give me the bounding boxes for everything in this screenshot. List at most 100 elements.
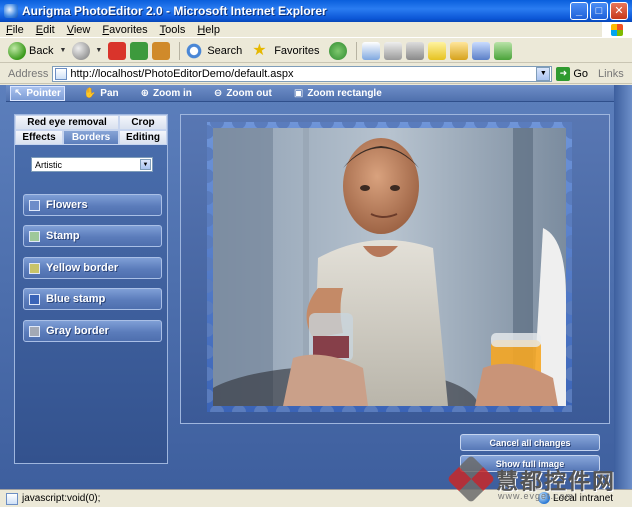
border-gray-button[interactable]: Gray border	[23, 320, 162, 342]
border-flowers-button[interactable]: Flowers	[23, 194, 162, 216]
border-stamp-button[interactable]: Stamp	[23, 225, 162, 247]
yellow-border-thumbnail-icon	[29, 262, 40, 274]
watermark: 慧都控件网 www.evget.com	[446, 454, 632, 506]
menu-bar: File Edit View Favorites Tools Help	[0, 22, 632, 38]
image-canvas[interactable]	[180, 114, 610, 424]
pointer-icon: ↖	[14, 87, 23, 99]
menu-tools[interactable]: Tools	[160, 24, 186, 36]
window-controls: _ □ ✕	[570, 2, 628, 20]
refresh-icon[interactable]	[130, 41, 149, 60]
stamp-border	[207, 122, 572, 412]
chevron-down-icon[interactable]: ▼	[59, 47, 66, 54]
border-gray-label: Gray border	[46, 325, 109, 337]
research-icon[interactable]	[450, 41, 469, 60]
back-arrow-icon	[8, 41, 26, 60]
gray-border-thumbnail-icon	[29, 325, 40, 337]
tool-zoom-out[interactable]: ⊖ Zoom out	[211, 86, 275, 101]
contacts-icon[interactable]	[494, 41, 513, 60]
tool-pointer[interactable]: ↖ Pointer	[10, 85, 65, 101]
hand-icon: ✋	[83, 87, 97, 99]
chevron-down-icon[interactable]: ▼	[536, 66, 551, 81]
back-button[interactable]: Back ▼	[8, 41, 66, 60]
border-yellow-label: Yellow border	[46, 262, 119, 274]
browser-toolbar: Back ▼ ▼ Search ★ Favorites	[0, 39, 632, 63]
address-label: Address	[8, 67, 49, 80]
home-icon[interactable]	[152, 41, 171, 60]
border-blue-stamp-label: Blue stamp	[46, 293, 106, 305]
go-label: Go	[573, 67, 589, 80]
toolbar-divider	[179, 41, 181, 60]
tool-zoom-rectangle-label: Zoom rectangle	[307, 87, 382, 99]
forward-button[interactable]: ▼	[72, 41, 102, 60]
border-yellow-button[interactable]: Yellow border	[23, 257, 162, 279]
panel-tabs: Red eye removal Crop Effects Borders Edi…	[15, 115, 167, 145]
windows-logo-icon	[602, 22, 632, 38]
chevron-down-icon[interactable]: ▼	[140, 159, 151, 170]
effects-panel: Red eye removal Crop Effects Borders Edi…	[14, 114, 168, 464]
blue-stamp-thumbnail-icon	[29, 293, 40, 305]
zoom-out-icon: ⊖	[213, 87, 223, 99]
favorites-label: Favorites	[274, 44, 320, 57]
mail-icon[interactable]	[362, 41, 381, 60]
photo-area	[213, 128, 566, 406]
tab-crop[interactable]: Crop	[119, 115, 167, 130]
tab-borders[interactable]: Borders	[63, 130, 119, 145]
zoom-rectangle-icon: ▣	[293, 87, 304, 99]
discuss-icon[interactable]	[428, 41, 447, 60]
tool-zoom-in-label: Zoom in	[153, 87, 192, 99]
search-label: Search	[207, 44, 243, 57]
toolbar-divider	[356, 41, 358, 60]
print-icon[interactable]	[384, 41, 403, 60]
border-flowers-label: Flowers	[46, 199, 88, 211]
media-icon[interactable]	[329, 41, 348, 60]
address-url[interactable]: http://localhost/PhotoEditorDemo/default…	[70, 68, 536, 80]
watermark-url: www.evget.com	[498, 491, 575, 501]
tool-zoom-in[interactable]: ⊕ Zoom in	[138, 86, 195, 101]
close-button[interactable]: ✕	[610, 2, 628, 20]
border-category-select[interactable]: Artistic ▼	[31, 157, 153, 172]
title-bar: Aurigma PhotoEditor 2.0 - Microsoft Inte…	[0, 0, 632, 22]
window-title: Aurigma PhotoEditor 2.0 - Microsoft Inte…	[22, 4, 327, 18]
page-icon	[55, 67, 68, 80]
zoom-in-icon: ⊕	[140, 87, 150, 99]
tab-editing[interactable]: Editing	[119, 130, 167, 145]
ie-app-icon	[4, 4, 18, 18]
border-stamp-label: Stamp	[46, 230, 80, 242]
watermark-logo-icon	[446, 454, 496, 504]
page-scroll-edge	[614, 85, 632, 489]
tool-pointer-label: Pointer	[26, 87, 61, 99]
photo-image	[213, 128, 566, 406]
forward-arrow-icon	[72, 41, 91, 60]
cancel-all-changes-button[interactable]: Cancel all changes	[460, 434, 600, 451]
address-input[interactable]: http://localhost/PhotoEditorDemo/default…	[52, 65, 553, 82]
links-label[interactable]: Links	[598, 68, 624, 80]
star-icon: ★	[252, 41, 267, 59]
menu-help[interactable]: Help	[197, 24, 220, 36]
tool-pan[interactable]: ✋ Pan	[81, 86, 122, 101]
edit-icon[interactable]	[406, 41, 425, 60]
search-icon	[185, 41, 204, 60]
tab-effects[interactable]: Effects	[15, 130, 63, 145]
minimize-button[interactable]: _	[570, 2, 588, 20]
stamp-thumbnail-icon	[29, 230, 40, 242]
messenger-icon[interactable]	[472, 41, 491, 60]
tab-red-eye-removal[interactable]: Red eye removal	[15, 115, 119, 130]
stop-icon[interactable]	[108, 41, 127, 60]
menu-view[interactable]: View	[67, 24, 91, 36]
editor-toolbar: ↖ Pointer ✋ Pan ⊕ Zoom in ⊖ Zoom out ▣ Z…	[6, 85, 614, 102]
photo-editor-app: ↖ Pointer ✋ Pan ⊕ Zoom in ⊖ Zoom out ▣ Z…	[0, 85, 632, 489]
menu-edit[interactable]: Edit	[36, 24, 55, 36]
go-arrow-icon: ➜	[556, 66, 571, 81]
tool-zoom-out-label: Zoom out	[226, 87, 272, 99]
menu-file[interactable]: File	[6, 24, 24, 36]
chevron-down-icon[interactable]: ▼	[95, 47, 102, 54]
menu-favorites[interactable]: Favorites	[102, 24, 147, 36]
border-blue-stamp-button[interactable]: Blue stamp	[23, 288, 162, 310]
go-button[interactable]: ➜ Go	[556, 66, 589, 81]
status-text: javascript:void(0);	[22, 493, 101, 504]
selected-category: Artistic	[35, 159, 62, 170]
maximize-button[interactable]: □	[590, 2, 608, 20]
search-button[interactable]: Search	[185, 41, 246, 60]
tool-zoom-rectangle[interactable]: ▣ Zoom rectangle	[291, 86, 385, 101]
favorites-button[interactable]: ★ Favorites	[252, 42, 323, 60]
